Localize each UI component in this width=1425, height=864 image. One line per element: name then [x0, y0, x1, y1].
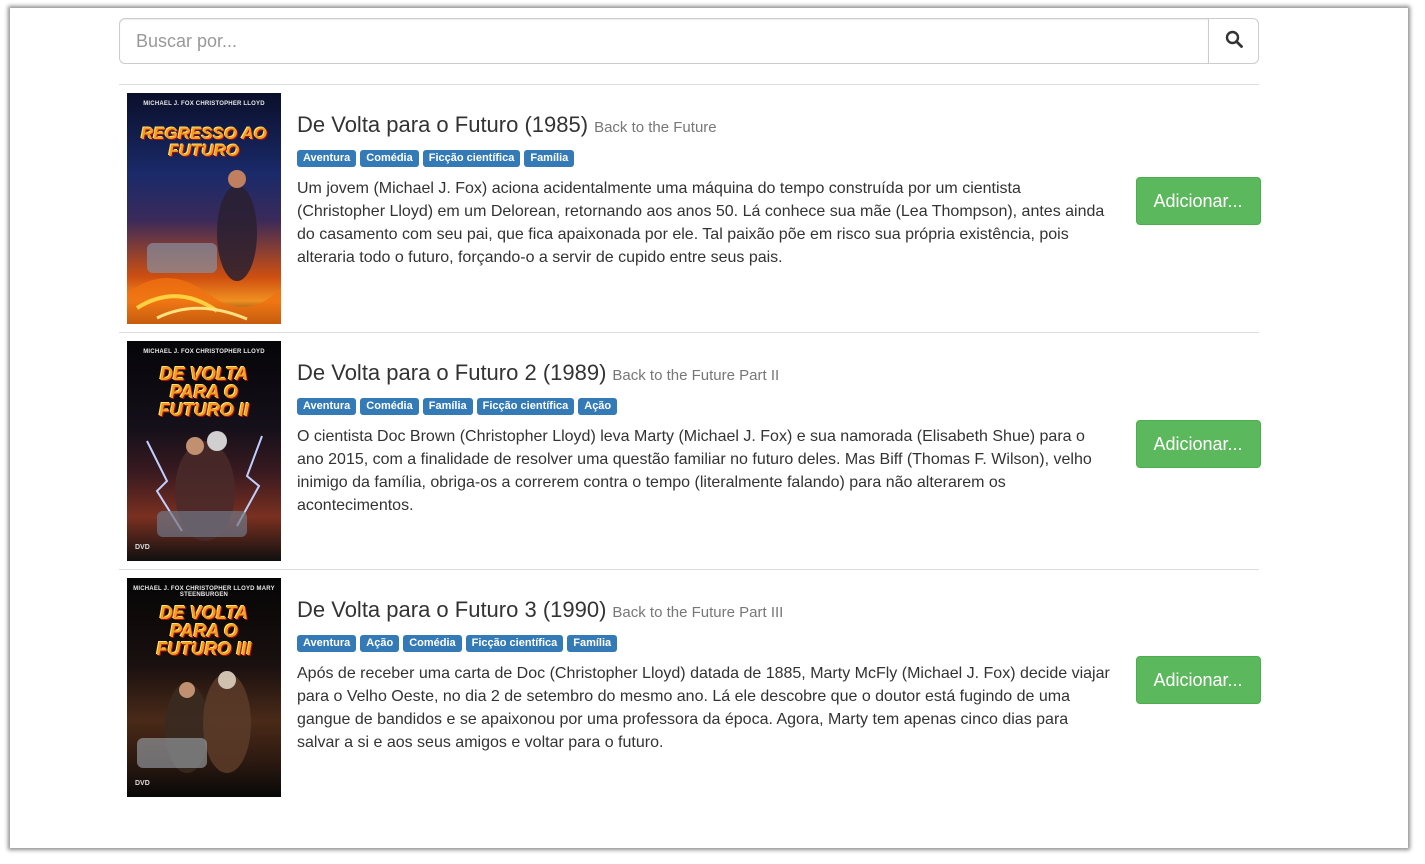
main-container: MICHAEL J. FOX CHRISTOPHER LLOYD REGRESS…	[119, 18, 1261, 805]
search-button[interactable]	[1208, 18, 1259, 64]
movie-title-row: De Volta para o Futuro 3 (1990) Back to …	[297, 597, 1112, 623]
genre-tag: Comédia	[360, 150, 419, 167]
add-button[interactable]: Adicionar...	[1135, 656, 1261, 704]
movie-poster: MICHAEL J. FOX CHRISTOPHER LLOYD REGRESS…	[127, 93, 281, 324]
movie-info: De Volta para o Futuro 2 (1989) Back to …	[281, 341, 1128, 561]
movie-title-row: De Volta para o Futuro (1985) Back to th…	[297, 112, 1112, 138]
movie-poster: MICHAEL J. FOX CHRISTOPHER LLOYD DE VOLT…	[127, 341, 281, 561]
movie-action: Adicionar...	[1128, 93, 1268, 324]
genre-tag: Aventura	[297, 635, 357, 652]
movie-synopsis: Após de receber uma carta de Doc (Christ…	[297, 665, 1110, 751]
movie-action: Adicionar...	[1128, 578, 1268, 797]
genre-tag: Família	[422, 398, 473, 415]
genre-tags: Aventura Comédia Ficção científica Famíl…	[297, 150, 1112, 167]
dvd-badge: DVD	[135, 544, 150, 551]
movie-poster: MICHAEL J. FOX CHRISTOPHER LLOYD MARY ST…	[127, 578, 281, 797]
genre-tag: Ação	[360, 635, 400, 652]
poster-art	[137, 671, 251, 773]
movie-item: MICHAEL J. FOX CHRISTOPHER LLOYD MARY ST…	[119, 570, 1261, 805]
add-button[interactable]: Adicionar...	[1135, 177, 1261, 225]
genre-tags: Aventura Comédia Família Ficção científi…	[297, 398, 1112, 415]
genre-tag: Família	[524, 150, 575, 167]
genre-tag: Comédia	[403, 635, 462, 652]
page-frame: MICHAEL J. FOX CHRISTOPHER LLOYD REGRESS…	[10, 8, 1408, 848]
movie-original-title: Back to the Future	[594, 119, 717, 136]
movie-info: De Volta para o Futuro 3 (1990) Back to …	[281, 578, 1128, 797]
movie-synopsis: Um jovem (Michael J. Fox) aciona acident…	[297, 180, 1105, 266]
movie-item: MICHAEL J. FOX CHRISTOPHER LLOYD DE VOLT…	[119, 333, 1261, 570]
genre-tags: Aventura Ação Comédia Ficção científica …	[297, 635, 1112, 652]
genre-tag: Ficção científica	[465, 635, 564, 652]
movie-info: De Volta para o Futuro (1985) Back to th…	[281, 93, 1128, 324]
movie-title: De Volta para o Futuro (1985)	[297, 112, 589, 137]
movie-synopsis: O cientista Doc Brown (Christopher Lloyd…	[297, 428, 1092, 514]
poster-art	[127, 170, 281, 324]
movie-original-title: Back to the Future Part III	[612, 604, 784, 621]
poster-art	[146, 431, 263, 541]
movie-action: Adicionar...	[1128, 341, 1268, 561]
movie-original-title: Back to the Future Part II	[612, 367, 780, 384]
genre-tag: Ficção científica	[476, 398, 575, 415]
movie-item: MICHAEL J. FOX CHRISTOPHER LLOYD REGRESS…	[119, 85, 1261, 333]
movie-title-row: De Volta para o Futuro 2 (1989) Back to …	[297, 360, 1112, 386]
search-input[interactable]	[119, 18, 1208, 64]
genre-tag: Ficção científica	[422, 150, 521, 167]
genre-tag: Aventura	[297, 150, 357, 167]
search-icon	[1225, 30, 1243, 53]
genre-tag: Ação	[578, 398, 618, 415]
search-bar	[119, 18, 1259, 64]
movie-title: De Volta para o Futuro 2 (1989)	[297, 360, 607, 385]
genre-tag: Família	[567, 635, 618, 652]
dvd-badge: DVD	[135, 780, 150, 787]
genre-tag: Comédia	[360, 398, 419, 415]
movie-title: De Volta para o Futuro 3 (1990)	[297, 597, 607, 622]
add-button[interactable]: Adicionar...	[1135, 420, 1261, 468]
genre-tag: Aventura	[297, 398, 357, 415]
